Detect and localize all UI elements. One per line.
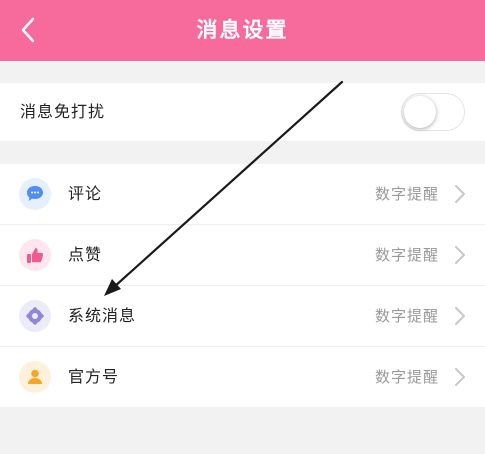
annotation-arrow — [104, 80, 344, 296]
